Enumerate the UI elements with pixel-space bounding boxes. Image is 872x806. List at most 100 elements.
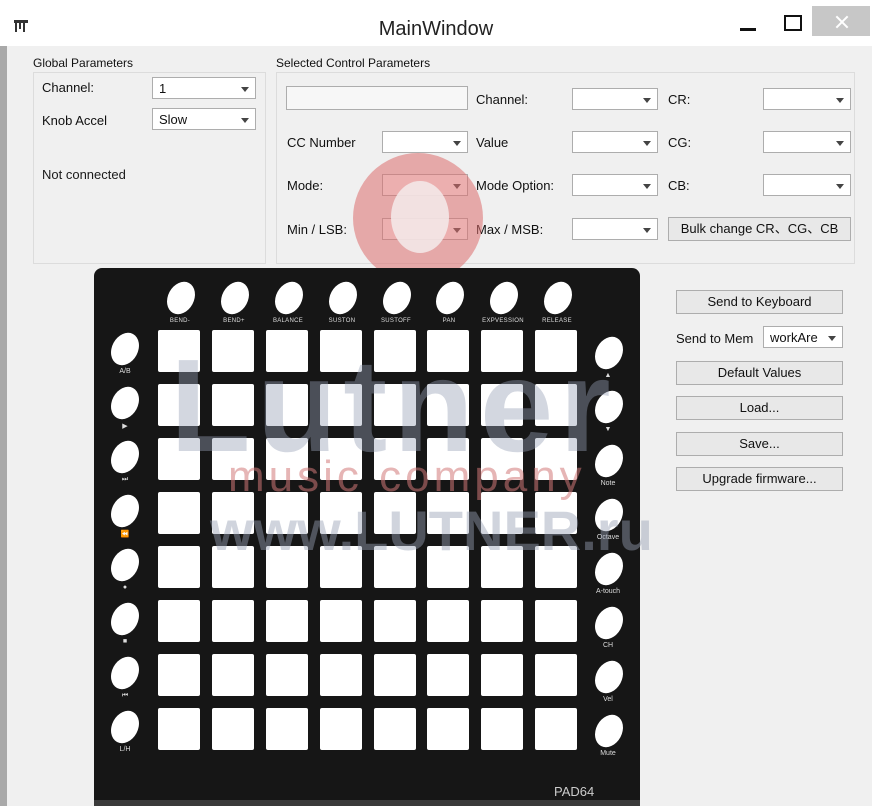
pad-button[interactable] (266, 708, 308, 750)
max-msb-select[interactable] (572, 218, 658, 240)
pad-button[interactable] (535, 600, 577, 642)
pad-button[interactable] (374, 708, 416, 750)
top-function-button[interactable] (161, 276, 201, 320)
top-function-label: SUSTON (328, 318, 356, 324)
right-function-button[interactable] (589, 655, 629, 699)
cc-number-select[interactable] (382, 131, 468, 153)
top-function-button[interactable] (215, 276, 255, 320)
value-select[interactable] (572, 131, 658, 153)
max-msb-label: Max / MSB: (476, 222, 544, 237)
right-function-label: Vel (603, 696, 613, 703)
cr-select[interactable] (763, 88, 851, 110)
left-function-button[interactable] (105, 705, 145, 749)
pad-button[interactable] (481, 600, 523, 642)
top-function-button[interactable] (323, 276, 363, 320)
send-to-mem-value: workAre (770, 330, 818, 345)
left-function-label: L/H (119, 746, 131, 753)
pad-button[interactable] (212, 708, 254, 750)
chevron-down-icon (836, 98, 844, 103)
top-function-button[interactable] (377, 276, 417, 320)
load-button[interactable]: Load... (676, 396, 843, 420)
maximize-icon[interactable] (774, 6, 810, 36)
top-function-button[interactable] (269, 276, 309, 320)
default-values-button[interactable]: Default Values (676, 361, 843, 385)
left-function-label: A/B (119, 368, 131, 375)
send-to-mem-select[interactable]: workAre (763, 326, 843, 348)
selected-parameters-title: Selected Control Parameters (276, 56, 431, 70)
bulk-change-button[interactable]: Bulk change CR、CG、CB (668, 217, 851, 241)
top-function-label: BALANCE (272, 318, 304, 324)
save-button[interactable]: Save... (676, 432, 843, 456)
chevron-down-icon (836, 141, 844, 146)
right-function-button[interactable] (589, 709, 629, 753)
pad-button[interactable] (212, 600, 254, 642)
pad-button[interactable] (535, 654, 577, 696)
left-function-button[interactable] (105, 597, 145, 641)
left-function-button[interactable] (105, 327, 145, 371)
value-label: Value (476, 135, 509, 150)
pad-button[interactable] (320, 708, 362, 750)
knob-accel-label: Knob Accel (42, 113, 108, 128)
send-to-keyboard-button[interactable]: Send to Keyboard (676, 290, 843, 314)
chevron-down-icon (643, 98, 651, 103)
left-function-button[interactable] (105, 489, 145, 533)
min-lsb-label: Min / LSB: (287, 222, 347, 237)
left-function-label: ⏮ (121, 692, 129, 699)
cg-label: CG: (668, 135, 692, 150)
watermark-tagline: music company (228, 452, 586, 501)
pad-button[interactable] (212, 654, 254, 696)
mode-option-select[interactable] (572, 174, 658, 196)
pad-button[interactable] (158, 492, 200, 534)
selected-channel-label: Channel: (476, 92, 529, 107)
chevron-down-icon (836, 184, 844, 189)
global-channel-value: 1 (159, 81, 167, 96)
left-function-label: ⏭ (121, 476, 129, 483)
control-name-field[interactable] (286, 86, 468, 110)
upgrade-firmware-button[interactable]: Upgrade firmware... (676, 467, 843, 491)
left-function-label: ⏪ (120, 531, 130, 538)
top-function-label: SUSTOFF (381, 318, 411, 324)
top-function-button[interactable] (538, 276, 578, 320)
pad-button[interactable] (374, 600, 416, 642)
selected-channel-select[interactable] (572, 88, 658, 110)
left-function-button[interactable] (105, 435, 145, 479)
left-function-button[interactable] (105, 381, 145, 425)
mode-label: Mode: (287, 178, 324, 193)
left-function-button[interactable] (105, 543, 145, 587)
pad-button[interactable] (158, 600, 200, 642)
pad-button[interactable] (374, 654, 416, 696)
right-function-label: A-touch (595, 588, 621, 595)
pad-button[interactable] (320, 654, 362, 696)
cb-select[interactable] (763, 174, 851, 196)
device-base (94, 800, 640, 806)
top-function-label: PAN (442, 318, 456, 324)
top-function-label: BEND- (169, 318, 191, 324)
minimize-icon[interactable] (726, 6, 766, 36)
pad-button[interactable] (266, 600, 308, 642)
knob-accel-value: Slow (159, 112, 188, 127)
pad-button[interactable] (320, 600, 362, 642)
cg-select[interactable] (763, 131, 851, 153)
right-function-button[interactable] (589, 601, 629, 645)
pad-button[interactable] (158, 654, 200, 696)
watermark-url: www.LUTNER.ru (210, 499, 653, 562)
top-function-button[interactable] (430, 276, 470, 320)
pad-button[interactable] (427, 600, 469, 642)
global-channel-select[interactable]: 1 (152, 77, 256, 99)
pad-button[interactable] (427, 654, 469, 696)
title-bar: MainWindow (0, 0, 872, 46)
left-function-label: ▶ (122, 423, 128, 430)
pad-button[interactable] (158, 708, 200, 750)
pad-button[interactable] (481, 654, 523, 696)
pad-button[interactable] (481, 708, 523, 750)
pad-button[interactable] (266, 654, 308, 696)
pad-button[interactable] (535, 708, 577, 750)
knob-accel-select[interactable]: Slow (152, 108, 256, 130)
global-parameters-title: Global Parameters (33, 56, 134, 70)
left-function-button[interactable] (105, 651, 145, 695)
pad-button[interactable] (427, 708, 469, 750)
pad-button[interactable] (158, 546, 200, 588)
close-icon[interactable] (812, 6, 870, 36)
chevron-down-icon (453, 141, 461, 146)
top-function-button[interactable] (484, 276, 524, 320)
